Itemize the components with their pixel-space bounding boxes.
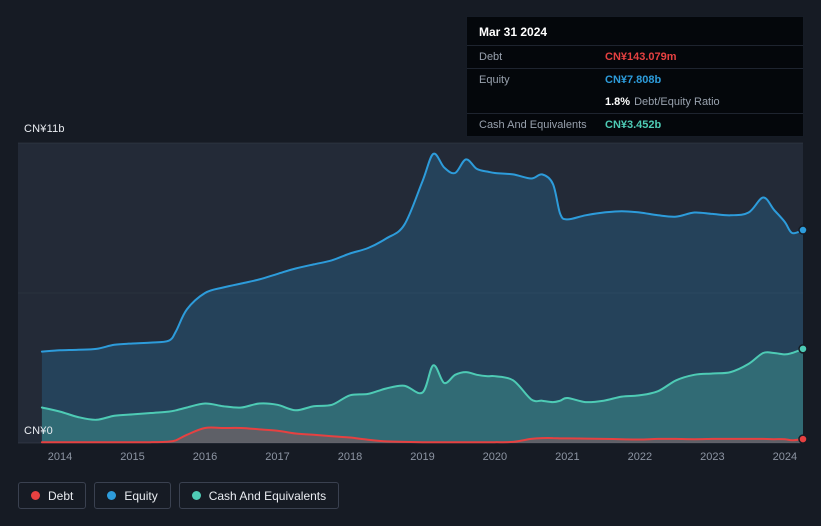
- y-axis-label-top: CN¥11b: [24, 123, 65, 135]
- tooltip-cash-value: CN¥3.452b: [605, 119, 662, 131]
- x-tick-label: 2017: [265, 451, 289, 463]
- x-tick-label: 2022: [628, 451, 652, 463]
- legend-item-cash[interactable]: Cash And Equivalents: [178, 482, 340, 509]
- x-tick-label: 2016: [193, 451, 217, 463]
- tooltip-date: Mar 31 2024: [479, 25, 548, 39]
- x-tick-label: 2020: [483, 451, 507, 463]
- x-tick-label: 2019: [410, 451, 434, 463]
- debt-equity-history-chart-panel: 2014 2015 2016 2017 2018 2019 2020 2021 2022 2023…: [0, 0, 821, 526]
- tooltip-row-ratio: 1.8% Debt/Equity Ratio: [467, 91, 803, 113]
- tooltip-row-cash: Cash And Equivalents CN¥3.452b: [467, 114, 803, 136]
- legend-item-debt[interactable]: Debt: [18, 482, 87, 509]
- tooltip-cash-label: Cash And Equivalents: [479, 119, 587, 131]
- x-tick-label: 2023: [700, 451, 724, 463]
- x-tick-label: 2021: [555, 451, 579, 463]
- tooltip-ratio-label: Debt/Equity Ratio: [634, 96, 720, 108]
- tooltip-ratio-percent: 1.8%: [605, 96, 631, 108]
- cash-color-dot-icon: [191, 491, 201, 500]
- equity-color-dot-icon: [107, 491, 117, 500]
- cash-and-equivalents-end-dot[interactable]: [798, 344, 808, 354]
- equity-end-dot[interactable]: [798, 225, 808, 235]
- tooltip-equity-value: CN¥7.808b: [605, 74, 662, 86]
- tooltip-row-debt: Debt CN¥143.079m: [467, 46, 803, 68]
- debt-end-dot[interactable]: [798, 434, 808, 444]
- x-tick-label: 2014: [48, 451, 72, 463]
- legend-equity-label: Equity: [124, 488, 158, 503]
- tooltip-equity-label: Equity: [479, 74, 510, 86]
- legend-cash-label: Cash And Equivalents: [208, 488, 327, 503]
- x-tick-label: 2015: [120, 451, 144, 463]
- debt-color-dot-icon: [31, 491, 40, 500]
- tooltip-debt-value: CN¥143.079m: [605, 51, 677, 63]
- x-tick-label: 2024: [773, 451, 797, 463]
- chart-tooltip: Mar 31 2024 Debt CN¥143.079m Equity CN¥7…: [466, 16, 804, 137]
- legend-item-equity[interactable]: Equity: [94, 482, 171, 509]
- chart-legend: Debt Equity Cash And Equivalents: [18, 482, 340, 509]
- tooltip-debt-label: Debt: [479, 51, 503, 63]
- tooltip-row-equity: Equity CN¥7.808b: [467, 69, 803, 91]
- legend-debt-label: Debt: [48, 488, 74, 503]
- tooltip-ratio-value: 1.8% Debt/Equity Ratio: [605, 95, 791, 109]
- x-tick-label: 2018: [338, 451, 362, 463]
- y-axis-label-zero: CN¥0: [24, 425, 53, 437]
